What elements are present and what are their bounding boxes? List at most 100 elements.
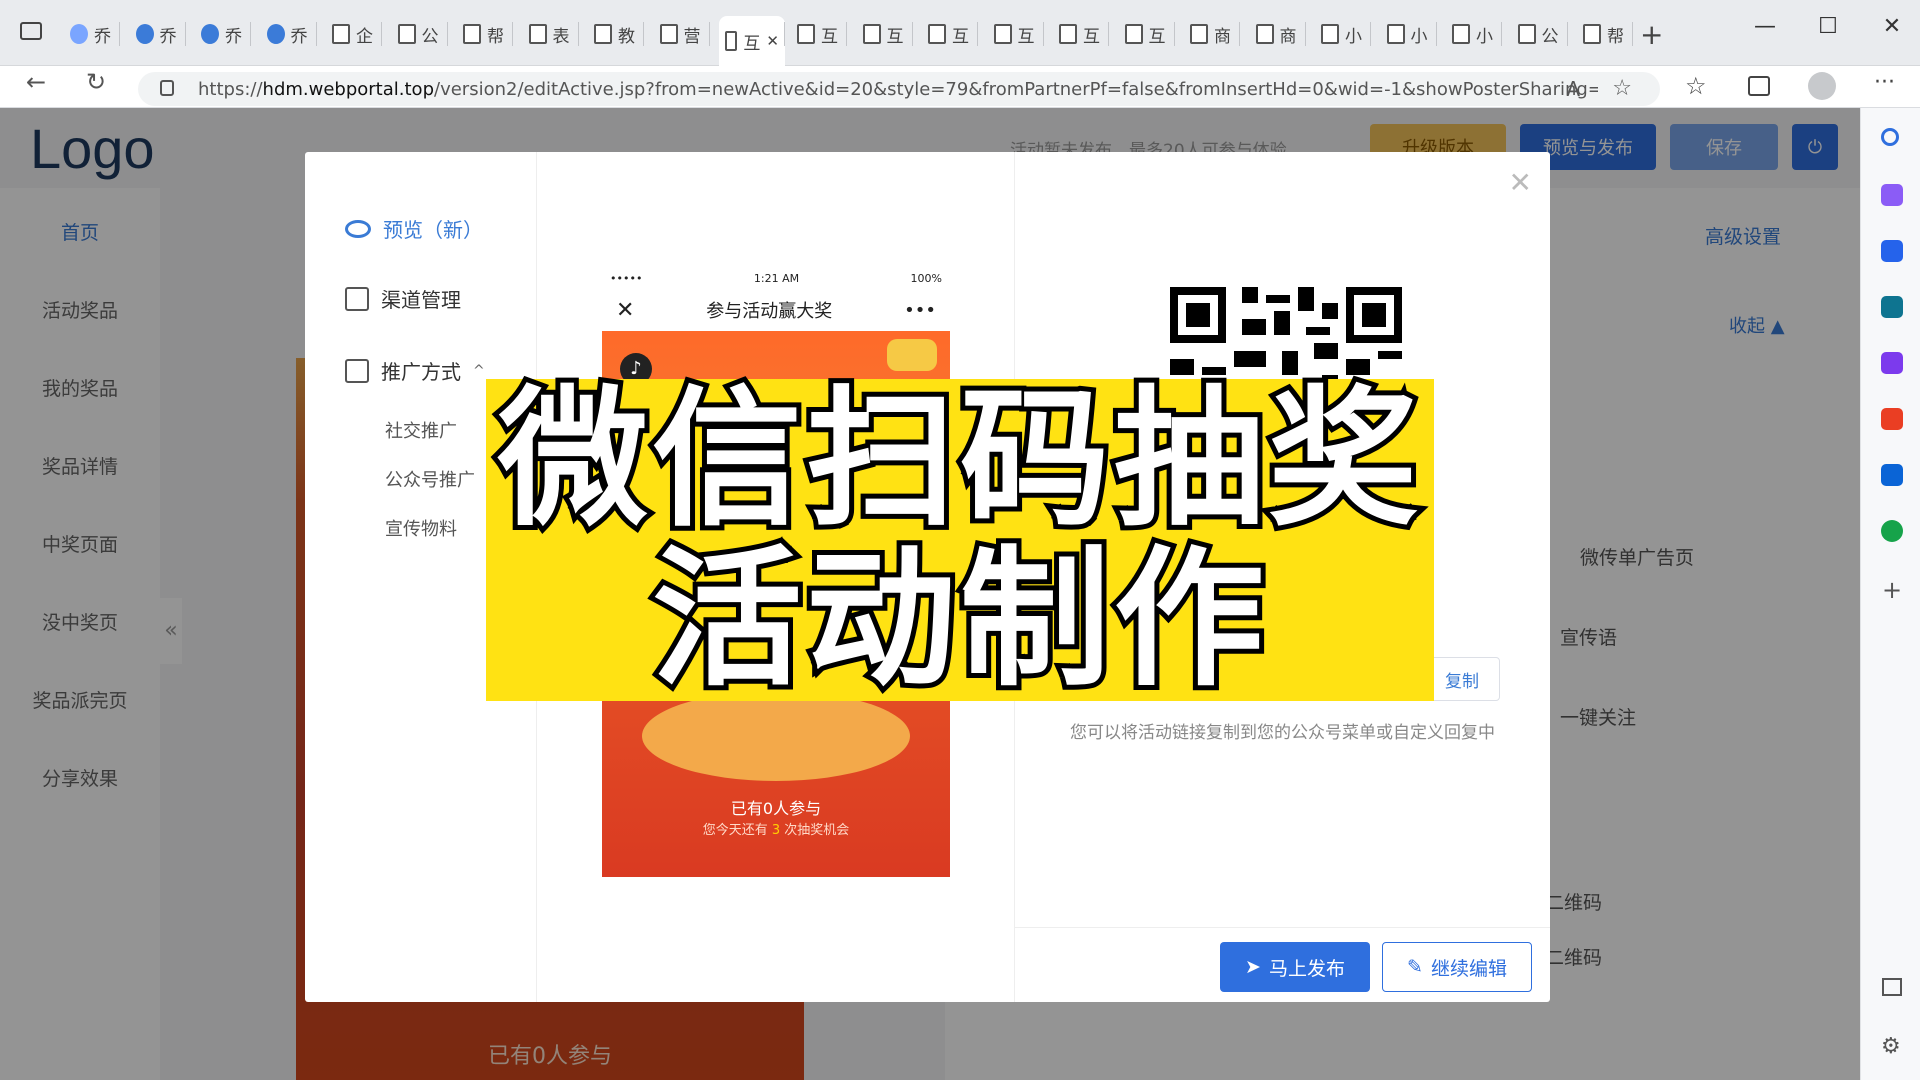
continue-edit-label: 继续编辑 bbox=[1430, 957, 1507, 980]
browser-tab[interactable]: 企 bbox=[326, 16, 382, 52]
collections-icon[interactable] bbox=[1748, 76, 1770, 96]
close-icon[interactable]: ✕ bbox=[616, 298, 634, 323]
publish-now-button[interactable]: ➤ 马上发布 bbox=[1220, 942, 1370, 992]
browser-tab[interactable]: 互 bbox=[857, 16, 913, 52]
browser-tab[interactable]: 公 bbox=[392, 16, 448, 52]
page-icon bbox=[797, 24, 815, 44]
page-icon bbox=[1452, 24, 1470, 44]
minimize-icon[interactable]: — bbox=[1745, 14, 1785, 39]
tools-icon[interactable] bbox=[1881, 296, 1903, 318]
tab-label: 企 bbox=[356, 26, 373, 47]
browser-tab[interactable]: 小 bbox=[1446, 16, 1502, 52]
tab-actions-icon[interactable] bbox=[20, 22, 42, 40]
read-aloud-icon[interactable]: A bbox=[1566, 77, 1580, 101]
search-icon[interactable] bbox=[1881, 128, 1899, 146]
tab-label: 小 bbox=[1410, 26, 1428, 47]
phone-battery: 100% bbox=[910, 271, 942, 285]
close-icon[interactable]: ✕ bbox=[1509, 166, 1532, 199]
browser-tab[interactable]: 乔 bbox=[64, 16, 120, 52]
close-window-icon[interactable]: ✕ bbox=[1872, 14, 1912, 39]
n-icon bbox=[201, 24, 219, 44]
settings-gear-icon[interactable]: ⚙ bbox=[1881, 1034, 1901, 1059]
browser-sidebar: + ⚙ bbox=[1860, 108, 1920, 1080]
browser-tab[interactable]: 互 bbox=[1119, 16, 1175, 52]
maximize-icon[interactable]: ☐ bbox=[1808, 14, 1848, 39]
games-icon[interactable] bbox=[1881, 352, 1903, 374]
menu-channel[interactable]: 渠道管理 bbox=[345, 284, 461, 313]
browser-tab[interactable]: 商 bbox=[1250, 16, 1306, 52]
copy-button[interactable]: 复制 bbox=[1445, 667, 1479, 692]
tab-label: 互 bbox=[1017, 26, 1035, 47]
eye-icon bbox=[345, 219, 371, 238]
browser-tab[interactable]: 营 bbox=[654, 16, 710, 52]
menu-preview[interactable]: 预览（新） bbox=[345, 214, 483, 243]
publish-now-label: 马上发布 bbox=[1268, 957, 1345, 980]
more-icon[interactable]: ••• bbox=[904, 300, 936, 321]
browser-tab[interactable]: 乔 bbox=[195, 16, 251, 52]
browser-tab[interactable]: 互 bbox=[988, 16, 1044, 52]
browser-tab[interactable]: 小 bbox=[1315, 16, 1371, 52]
tab-separator bbox=[1304, 22, 1306, 46]
tab-separator bbox=[643, 22, 644, 46]
shopping-icon[interactable] bbox=[1881, 240, 1903, 262]
browser-tab[interactable]: 互 bbox=[791, 16, 847, 52]
copilot-icon[interactable] bbox=[1881, 184, 1903, 206]
profile-avatar[interactable] bbox=[1808, 72, 1836, 100]
menu-official-account[interactable]: 公众号推广 bbox=[385, 466, 475, 492]
browser-tab[interactable]: 互 bbox=[922, 16, 978, 52]
browser-tab[interactable]: 互 bbox=[1053, 16, 1109, 52]
browser-tab[interactable]: 互 ✕ bbox=[719, 16, 785, 66]
page-icon bbox=[1190, 24, 1208, 44]
add-sidebar-icon[interactable]: + bbox=[1882, 576, 1902, 604]
url-host: hdm.webportal.top bbox=[262, 78, 434, 100]
close-tab-icon[interactable]: ✕ bbox=[766, 32, 779, 50]
tab-separator bbox=[846, 22, 847, 46]
tab-label: 互 bbox=[886, 26, 904, 47]
tab-separator bbox=[1042, 22, 1044, 46]
tab-label: 帮 bbox=[487, 26, 504, 47]
tab-label: 商 bbox=[1279, 26, 1297, 47]
back-icon[interactable]: ← bbox=[18, 68, 54, 96]
continue-edit-button[interactable]: ✎ 继续编辑 bbox=[1382, 942, 1532, 992]
browser-tab[interactable]: 表 bbox=[523, 16, 579, 52]
browser-tab[interactable]: 帮 bbox=[457, 16, 513, 52]
office-icon[interactable] bbox=[1881, 408, 1903, 430]
chances-text: 您今天还有 3 次抽奖机会 bbox=[602, 819, 950, 838]
page-icon bbox=[725, 31, 738, 51]
tab-label: 乔 bbox=[290, 26, 308, 47]
browser-tab[interactable]: 乔 bbox=[130, 16, 186, 52]
browser-tab[interactable]: 教 bbox=[588, 16, 644, 52]
favorite-add-icon[interactable]: ☆ bbox=[1612, 76, 1632, 101]
menu-materials[interactable]: 宣传物料 bbox=[385, 515, 457, 541]
favorites-icon[interactable]: ☆ bbox=[1685, 72, 1707, 100]
tab-separator bbox=[119, 22, 120, 46]
hierarchy-icon bbox=[345, 286, 369, 311]
menu-social[interactable]: 社交推广 bbox=[385, 417, 457, 443]
page-icon bbox=[659, 24, 678, 44]
refresh-icon[interactable]: ↻ bbox=[78, 68, 114, 96]
outlook-icon[interactable] bbox=[1881, 464, 1903, 486]
new-tab-button[interactable]: + bbox=[1640, 18, 1663, 51]
page-icon bbox=[1517, 24, 1536, 44]
tree-icon[interactable] bbox=[1881, 520, 1903, 542]
browser-tab[interactable]: 小 bbox=[1381, 16, 1437, 52]
tab-separator bbox=[1370, 22, 1371, 46]
n-icon bbox=[135, 24, 154, 44]
tab-label: 互 bbox=[821, 26, 838, 47]
paw-icon bbox=[70, 24, 88, 44]
browser-tab[interactable]: 商 bbox=[1184, 16, 1240, 52]
browser-tab[interactable]: 帮 bbox=[1577, 16, 1633, 52]
browser-tab[interactable]: 公 bbox=[1512, 16, 1568, 52]
more-menu-icon[interactable]: ··· bbox=[1874, 70, 1895, 95]
phone-title: 参与活动赢大奖 bbox=[706, 301, 833, 322]
menu-promo[interactable]: 推广方式 ^ bbox=[345, 356, 485, 385]
tab-separator bbox=[512, 22, 513, 46]
menu-channel-label: 渠道管理 bbox=[381, 288, 461, 312]
tab-label: 商 bbox=[1214, 26, 1231, 47]
tab-separator bbox=[250, 22, 251, 46]
url-field[interactable]: https://hdm.webportal.top/version2/editA… bbox=[138, 72, 1660, 106]
page-icon bbox=[1583, 24, 1601, 44]
hide-sidebar-icon[interactable] bbox=[1882, 978, 1902, 996]
tab-separator bbox=[446, 22, 448, 46]
browser-tab[interactable]: 乔 bbox=[261, 16, 317, 52]
